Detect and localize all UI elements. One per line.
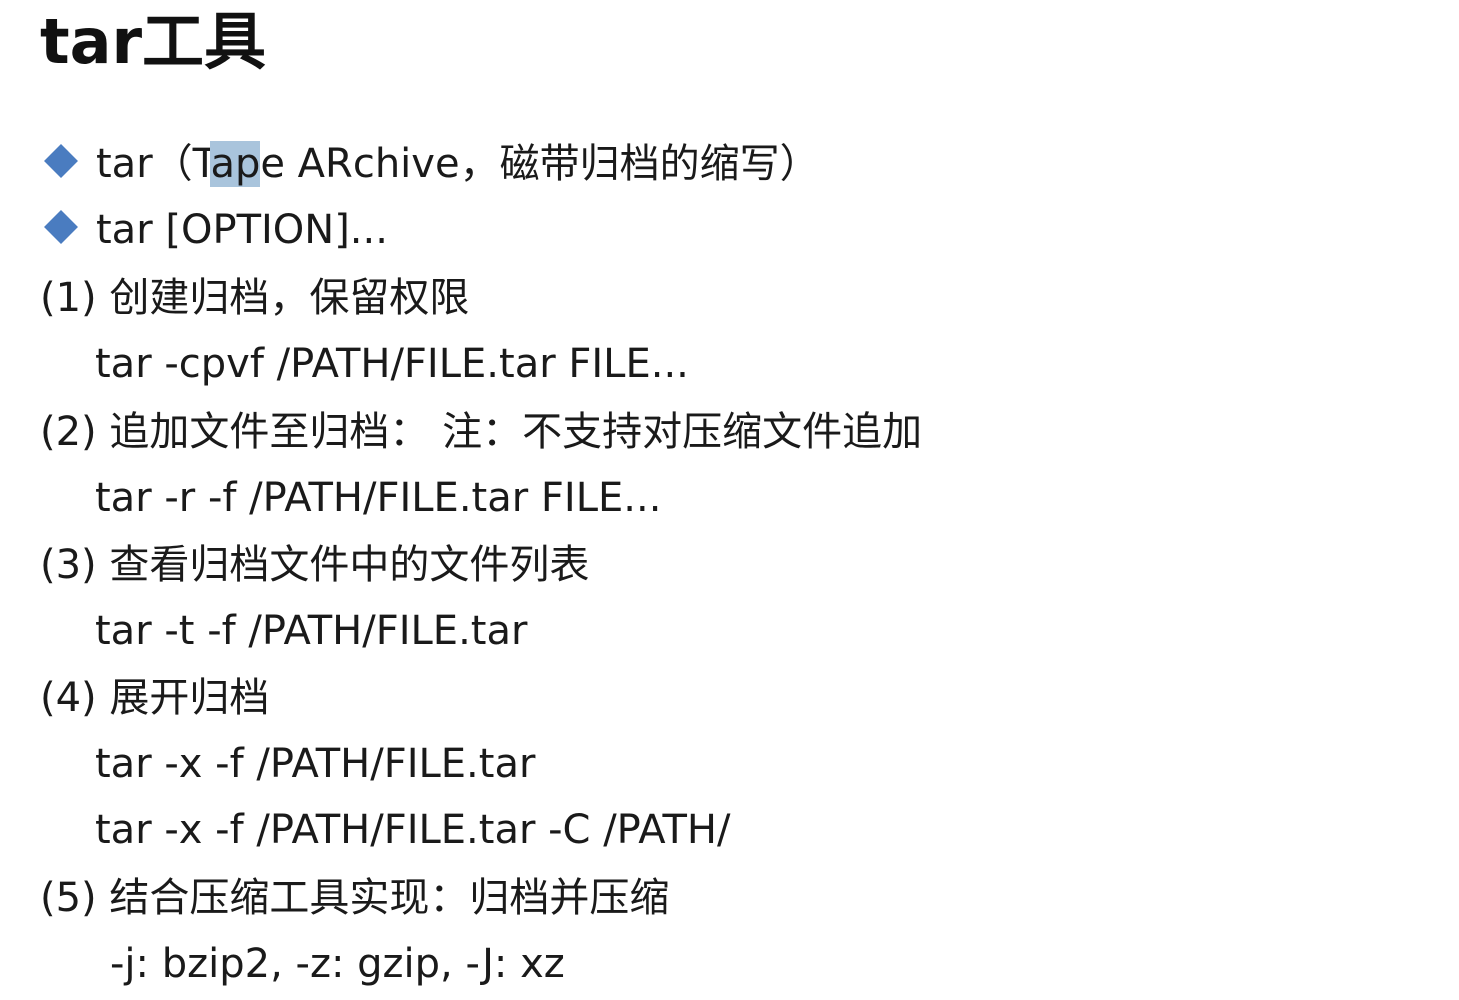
- selected-text-highlight[interactable]: ap: [210, 141, 261, 187]
- bullet-text-pre: tar（T: [96, 141, 211, 187]
- bullet-item: tar [OPTION]...: [40, 200, 388, 260]
- diamond-bullet-icon: [44, 144, 78, 178]
- page-title: tar工具: [40, 5, 267, 78]
- command-line: tar -r -f /PATH/FILE.tar FILE...: [95, 475, 662, 521]
- step-heading: (1) 创建归档，保留权限: [40, 275, 470, 321]
- command-line: -j: bzip2, -z: gzip, -J: xz: [110, 941, 565, 987]
- step-heading: (2) 追加文件至归档： 注：不支持对压缩文件追加: [40, 409, 923, 455]
- slide: tar工具 tar（Tape ARchive，磁带归档的缩写） tar [OPT…: [0, 0, 1459, 1000]
- bullet-text: tar [OPTION]...: [96, 207, 388, 253]
- command-line: tar -x -f /PATH/FILE.tar: [95, 741, 536, 787]
- command-line: tar -cpvf /PATH/FILE.tar FILE...: [95, 341, 689, 387]
- command-line: tar -x -f /PATH/FILE.tar -C /PATH/: [95, 807, 731, 853]
- bullet-text-post: e ARchive，磁带归档的缩写）: [260, 141, 820, 187]
- step-heading: (4) 展开归档: [40, 675, 270, 721]
- bullet-item: tar（Tape ARchive，磁带归档的缩写）: [40, 134, 820, 194]
- diamond-bullet-icon: [44, 210, 78, 244]
- command-line: tar -t -f /PATH/FILE.tar: [95, 608, 528, 654]
- step-heading: (5) 结合压缩工具实现：归档并压缩: [40, 875, 670, 921]
- step-heading: (3) 查看归档文件中的文件列表: [40, 542, 590, 588]
